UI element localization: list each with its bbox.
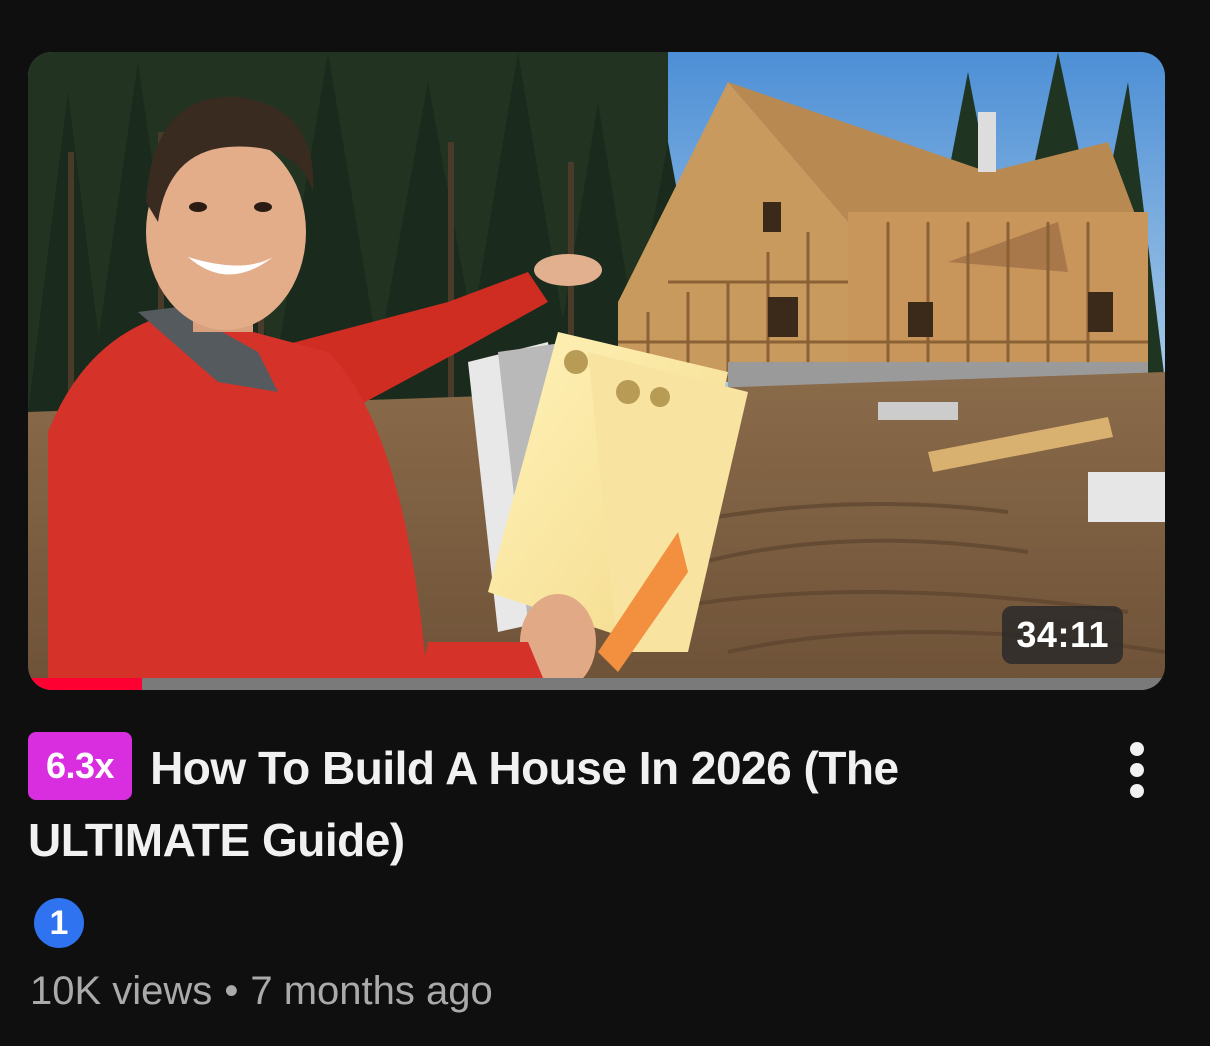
separator-dot: •: [224, 969, 239, 1013]
video-stats: 10K views • 7 months ago: [30, 962, 493, 1020]
video-title[interactable]: How To Build A House In 2026 (The ULTIMA…: [28, 742, 899, 866]
more-dot-1: [1130, 742, 1144, 756]
video-title-line[interactable]: 6.3x How To Build A House In 2026 (The UL…: [28, 732, 1108, 876]
video-details[interactable]: 6.3x How To Build A House In 2026 (The UL…: [28, 732, 1108, 876]
upload-age: 7 months ago: [250, 969, 493, 1013]
more-dot-2: [1130, 763, 1144, 777]
channel-avatar-icon[interactable]: 1: [34, 898, 84, 948]
speed-badge: 6.3x: [28, 732, 133, 800]
more-vert-icon[interactable]: [1112, 730, 1164, 810]
video-thumbnail[interactable]: 34:11: [28, 52, 1165, 690]
thumbnail-image: [28, 52, 1165, 690]
video-card[interactable]: 34:11 6.3x How To Build A House In 2026 (…: [0, 0, 1210, 1046]
watch-progress-fill: [28, 678, 142, 690]
view-count: 10K views: [30, 969, 213, 1013]
duration-badge: 34:11: [1002, 606, 1123, 664]
watch-progress-bar: [28, 678, 1165, 690]
more-dot-3: [1130, 784, 1144, 798]
